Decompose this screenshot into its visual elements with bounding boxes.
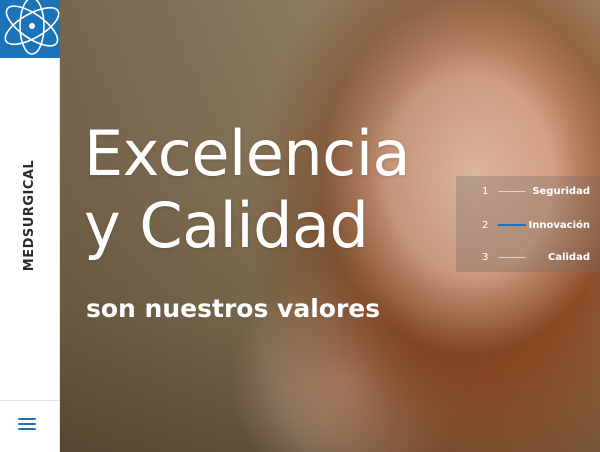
hero-headline: Excelencia y Calidad: [84, 118, 410, 262]
brand-name-text: MEDSURGICAL: [22, 159, 38, 271]
values-nav-label: Calidad: [547, 251, 590, 263]
hamburger-menu-icon: [18, 418, 36, 420]
atom-icon: [0, 0, 60, 58]
values-nav-label: Seguridad: [532, 185, 590, 197]
hero-banner: Excelencia y Calidad son nuestros valore…: [60, 0, 600, 452]
values-nav-line-active: [498, 224, 526, 226]
values-nav-item-calidad[interactable]: 3 Calidad: [456, 246, 600, 268]
sidebar-divider: [0, 400, 60, 401]
hero-headline-line-2: y Calidad: [84, 189, 369, 262]
values-nav-number: 3: [482, 251, 489, 263]
hamburger-menu-icon-bar: [18, 423, 36, 425]
values-nav-number: 1: [482, 185, 489, 197]
brand-name: MEDSURGICAL: [14, 159, 46, 271]
values-nav-number: 2: [482, 219, 489, 231]
values-nav-line: [498, 256, 526, 258]
menu-button[interactable]: [18, 416, 38, 432]
sidebar: MEDSURGICAL: [0, 0, 60, 452]
values-nav-line: [498, 190, 526, 192]
hero-headline-line-1: Excelencia: [84, 117, 410, 190]
values-nav-item-innovacion[interactable]: 2 Innovación: [456, 214, 600, 236]
brand-logo[interactable]: [0, 0, 60, 58]
hero-subline: son nuestros valores: [86, 294, 381, 323]
values-nav: 1 Seguridad 2 Innovación 3 Calidad: [456, 176, 600, 272]
hamburger-menu-icon-bar: [18, 428, 36, 430]
values-nav-label: Innovación: [528, 219, 590, 231]
values-nav-item-seguridad[interactable]: 1 Seguridad: [456, 180, 600, 202]
